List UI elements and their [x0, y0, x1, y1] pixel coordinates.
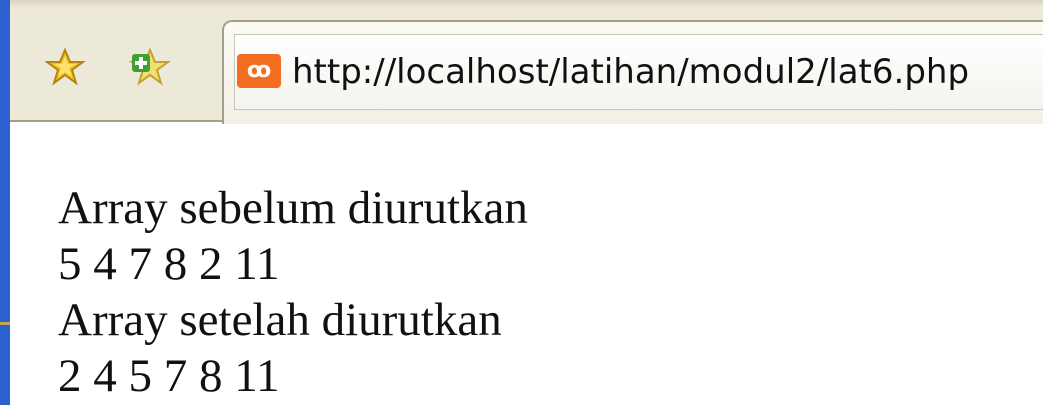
page-url[interactable]: http://localhost/latihan/modul2/lat6.php: [292, 46, 969, 98]
browser-window: ꝏ http://localhost/latihan/modul2/lat6.p…: [0, 0, 1043, 405]
slide-accent-line: [0, 322, 10, 325]
page-content: Array sebelum diurutkan 5 4 7 8 2 11 Arr…: [58, 180, 528, 404]
array-before-values: 5 4 7 8 2 11: [58, 238, 280, 290]
array-before-label: Array sebelum diurutkan: [58, 182, 528, 234]
array-after-values: 2 4 5 7 8 11: [58, 350, 280, 402]
window-left-edge: [0, 0, 10, 405]
star-icon: [43, 47, 87, 86]
star-add-icon[interactable]: [126, 47, 172, 86]
toolbar-top-border: [10, 0, 1043, 8]
star-add-icon: [128, 47, 172, 86]
array-after-label: Array setelah diurutkan: [58, 294, 502, 346]
xampp-favicon-icon: ꝏ: [237, 54, 281, 88]
star-icon[interactable]: [43, 47, 87, 86]
